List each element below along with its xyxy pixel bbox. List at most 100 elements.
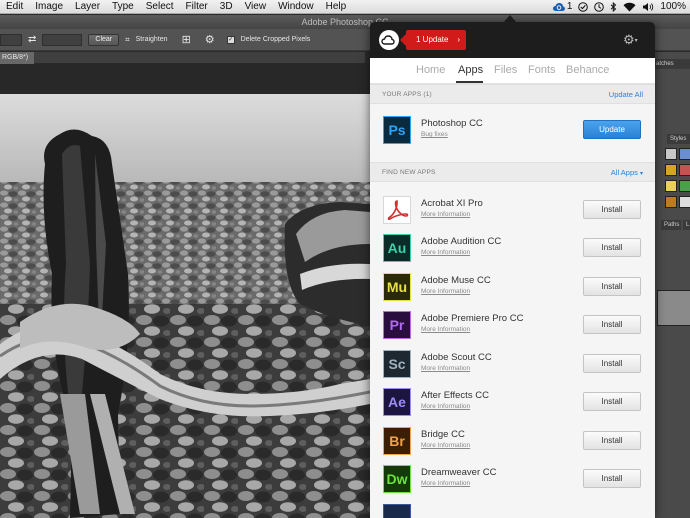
app-row-audition: Au Adobe Audition CC More Information In… — [370, 231, 655, 269]
creative-cloud-status[interactable]: 1 — [552, 0, 572, 14]
more-information-link[interactable]: More Information — [421, 365, 470, 372]
more-information-link[interactable]: More Information — [421, 442, 470, 449]
app-name: After Effects CC — [421, 390, 489, 401]
install-button[interactable]: Install — [583, 431, 641, 450]
style-swatch[interactable] — [679, 180, 690, 192]
crop-width-field[interactable] — [0, 33, 22, 46]
bridge-icon: Br — [383, 427, 411, 455]
volume-icon[interactable] — [642, 2, 654, 12]
menu-3d[interactable]: 3D — [214, 0, 239, 14]
tab-fonts[interactable]: Fonts — [528, 64, 556, 76]
next-app-row-partial — [383, 504, 411, 518]
straighten-icon[interactable]: ⌗ — [125, 35, 130, 45]
install-button[interactable]: Install — [583, 315, 641, 334]
install-button[interactable]: Install — [583, 277, 641, 296]
update-all-link[interactable]: Update All — [609, 90, 643, 99]
style-swatch[interactable] — [679, 148, 690, 160]
your-apps-title: YOUR APPS (1) — [382, 91, 432, 98]
menu-window[interactable]: Window — [272, 0, 320, 14]
layer-thumbnail[interactable] — [657, 290, 690, 326]
wifi-icon[interactable] — [623, 2, 636, 12]
styles-tab[interactable]: Styles — [667, 134, 690, 144]
layers-tab[interactable]: L — [683, 220, 690, 230]
clear-button[interactable]: Clear — [88, 33, 120, 46]
install-button[interactable]: Install — [583, 238, 641, 257]
creative-cloud-icon — [552, 2, 565, 11]
swap-icon[interactable]: ⇄ — [28, 34, 36, 45]
app-row-premiere: Pr Adobe Premiere Pro CC More Informatio… — [370, 308, 655, 346]
tab-apps[interactable]: Apps — [458, 64, 483, 76]
more-information-link[interactable]: More Information — [421, 288, 470, 295]
dreamweaver-icon: Dw — [383, 465, 411, 493]
app-row-bridge: Br Bridge CC More Information Install — [370, 424, 655, 462]
swatches-tab[interactable]: atches — [653, 59, 690, 69]
sync-icon[interactable] — [594, 2, 605, 12]
paths-tab[interactable]: Paths — [661, 220, 681, 230]
install-button[interactable]: Install — [583, 469, 641, 488]
popup-caret — [503, 15, 517, 23]
more-information-link[interactable]: More Information — [421, 480, 470, 487]
acrobat-icon — [383, 196, 411, 224]
style-swatch[interactable] — [665, 164, 677, 176]
bluetooth-icon[interactable] — [610, 2, 617, 12]
update-badge[interactable]: 1 Update › — [400, 30, 466, 50]
tab-files[interactable]: Files — [494, 64, 517, 76]
active-tab-indicator — [456, 81, 483, 83]
check-icon[interactable] — [578, 2, 589, 12]
install-button[interactable]: Install — [583, 200, 641, 219]
app-name: Dreamweaver CC — [421, 467, 497, 478]
menu-type[interactable]: Type — [106, 0, 140, 14]
style-swatch[interactable] — [665, 196, 677, 208]
menu-view[interactable]: View — [239, 0, 273, 14]
style-swatch[interactable] — [679, 164, 690, 176]
cc-settings-gear-icon[interactable]: ⚙▾ — [623, 33, 643, 47]
more-information-link[interactable]: More Information — [421, 211, 470, 218]
style-swatch[interactable] — [665, 148, 677, 160]
menu-select[interactable]: Select — [140, 0, 180, 14]
creative-cloud-logo-icon — [379, 30, 399, 50]
app-row-scout: Sc Adobe Scout CC More Information Insta… — [370, 347, 655, 385]
delete-cropped-label: Delete Cropped Pixels — [240, 36, 311, 43]
document-image[interactable] — [0, 94, 370, 518]
creative-cloud-panel: 1 Update › ⚙▾ Home Apps Files Fonts Beha… — [370, 22, 655, 518]
update-button[interactable]: Update — [583, 120, 641, 139]
more-information-link[interactable]: More Information — [421, 403, 470, 410]
app-name: Photoshop CC — [421, 118, 483, 129]
settings-gear-icon[interactable]: ⚙ — [205, 33, 215, 46]
tab-behance[interactable]: Behance — [566, 64, 609, 76]
install-button[interactable]: Install — [583, 392, 641, 411]
tab-home[interactable]: Home — [416, 64, 445, 76]
audition-icon: Au — [383, 234, 411, 262]
straighten-label[interactable]: Straighten — [136, 36, 168, 43]
menu-layer[interactable]: Layer — [69, 0, 106, 14]
all-apps-dropdown[interactable]: All Apps ▾ — [611, 168, 643, 177]
battery-level: 100% — [660, 1, 686, 12]
status-area: 1 100% — [552, 0, 686, 14]
your-apps-header: YOUR APPS (1) Update All — [370, 84, 655, 104]
install-button[interactable]: Install — [583, 354, 641, 373]
document-tab-bar: RGB/8*) — [0, 52, 365, 64]
grid-overlay-icon[interactable]: ⊞ — [182, 33, 191, 46]
find-new-apps-title: FIND NEW APPS — [382, 169, 436, 176]
menu-image[interactable]: Image — [29, 0, 69, 14]
app-row-dreamweaver: Dw Dreamweaver CC More Information Insta… — [370, 462, 655, 500]
find-new-apps-header: FIND NEW APPS All Apps ▾ — [370, 162, 655, 182]
crop-height-field[interactable] — [42, 33, 83, 46]
right-panels: atches Styles Paths L — [652, 52, 690, 518]
more-information-link[interactable]: More Information — [421, 249, 470, 256]
bug-fixes-link[interactable]: Bug fixes — [421, 131, 448, 138]
cc-nav-tabs: Home Apps Files Fonts Behance — [370, 58, 655, 84]
after-effects-icon: Ae — [383, 388, 411, 416]
delete-cropped-checkbox[interactable]: ✓ — [226, 35, 235, 44]
document-tab[interactable]: RGB/8*) — [0, 52, 35, 64]
menu-filter[interactable]: Filter — [180, 0, 214, 14]
caret-down-icon: ▾ — [639, 171, 643, 177]
menu-help[interactable]: Help — [320, 0, 353, 14]
menu-edit[interactable]: Edit — [0, 0, 29, 14]
app-name: Adobe Muse CC — [421, 275, 491, 286]
more-information-link[interactable]: More Information — [421, 326, 470, 333]
style-swatch[interactable] — [679, 196, 690, 208]
premiere-icon: Pr — [383, 311, 411, 339]
style-swatch[interactable] — [665, 180, 677, 192]
app-name: Adobe Audition CC — [421, 236, 502, 247]
